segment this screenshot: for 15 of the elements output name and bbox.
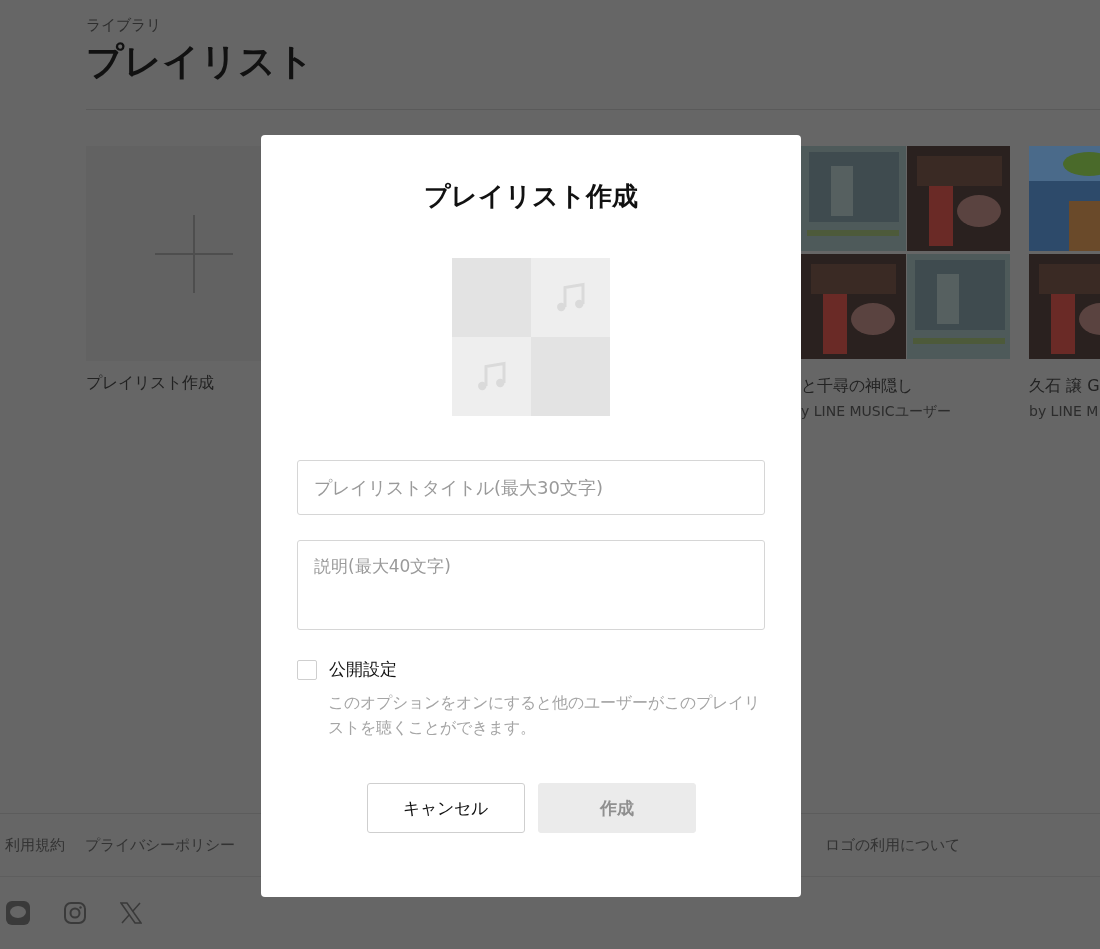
dialog-title: プレイリスト作成 — [424, 180, 638, 213]
card-title[interactable]: 久石 譲 G — [1029, 376, 1100, 397]
public-checkbox[interactable] — [297, 659, 317, 680]
chat-bubble-icon[interactable] — [6, 901, 30, 925]
card-owner: by LINE M — [1029, 403, 1100, 419]
public-setting-note: このオプションをオンにすると他のユーザーがこのプレイリストを聴くことができます。 — [328, 693, 761, 739]
x-logo-icon[interactable] — [120, 902, 142, 924]
instagram-icon[interactable] — [64, 902, 86, 924]
cancel-button[interactable]: キャンセル — [366, 783, 525, 833]
card-title[interactable]: と千尋の神隠し — [801, 376, 1010, 397]
description-input[interactable]: 説明(最大40文字) — [297, 540, 765, 630]
cover-placeholder[interactable] — [452, 258, 610, 416]
checkbox-label: 公開設定 — [329, 658, 397, 681]
page-title: プレイリスト — [86, 39, 315, 85]
title-input[interactable]: プレイリストタイトル(最大30文字) — [297, 460, 765, 515]
